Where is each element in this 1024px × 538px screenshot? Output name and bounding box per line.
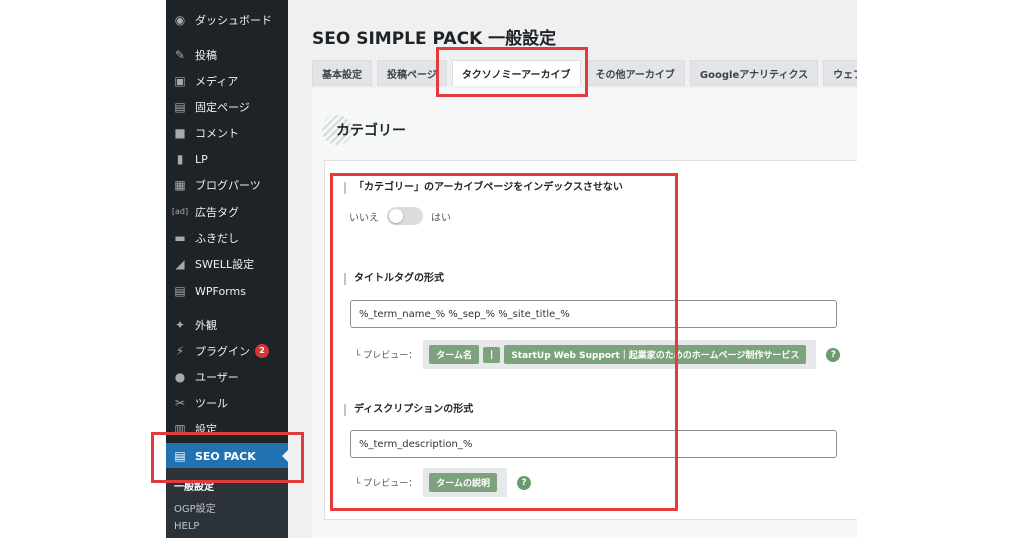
sidebar-item-wpforms[interactable]: ▤ WPForms: [166, 280, 288, 302]
sidebar-item-ad[interactable]: [ad] 広告タグ: [166, 201, 288, 223]
help-icon[interactable]: ?: [826, 347, 841, 362]
submenu-item-general[interactable]: 一般設定: [174, 478, 214, 493]
tab-5[interactable]: ウェブマスターツール: [823, 60, 857, 86]
noindex-toggle-row: いいえ はい: [349, 207, 451, 225]
user-icon: ●: [174, 370, 186, 384]
balloon-icon: ▬: [174, 231, 186, 245]
sidebar-item-seo-pack[interactable]: ▤ SEO PACK: [166, 443, 288, 469]
noindex-label: 「カテゴリー」のアーカイブページをインデックスさせない: [344, 182, 623, 194]
taxonomy-settings-panel: 「カテゴリー」のアーカイブページをインデックスさせない いいえ はい タイトルタ…: [324, 160, 857, 520]
submenu-item-ogp[interactable]: OGP設定: [174, 500, 216, 515]
sidebar-item-pushpin[interactable]: ✎ 投稿: [166, 44, 288, 66]
sidebar-item-page[interactable]: ▤ 固定ページ: [166, 96, 288, 118]
description-preview-box: タームの説明: [423, 468, 508, 497]
sidebar-item-label: 設定: [195, 423, 217, 436]
description-preview-label: └ プレビュー：: [355, 479, 418, 489]
blog-parts-icon: ▦: [174, 178, 186, 192]
sidebar-item-comment[interactable]: ■ コメント: [166, 122, 288, 144]
sidebar-item-lp[interactable]: ▮ LP: [166, 148, 288, 170]
sidebar-item-label: ブログパーツ: [195, 179, 261, 192]
sidebar-item-settings[interactable]: ▥ 設定: [166, 418, 288, 440]
dashboard-icon: ◉: [174, 13, 186, 27]
sidebar-item-label: 投稿: [195, 49, 217, 62]
title-format-input[interactable]: [350, 300, 837, 328]
sidebar-item-label: SWELL設定: [195, 258, 255, 271]
main-content: SEO SIMPLE PACK 一般設定 基本設定 投稿ページ タクソノミーアーカイ…: [288, 0, 857, 538]
tab-4[interactable]: Googleアナリティクス: [689, 60, 819, 86]
lp-icon: ▮: [176, 152, 184, 166]
sidebar-item-swell[interactable]: ◢ SWELL設定: [166, 253, 288, 275]
noindex-toggle[interactable]: [387, 207, 423, 225]
sidebar-item-label: 固定ページ: [195, 101, 250, 114]
tab-0[interactable]: 基本設定: [312, 60, 372, 86]
media-icon: ▣: [174, 74, 186, 88]
section-heading: カテゴリー: [322, 115, 406, 145]
description-format-label: ディスクリプションの形式: [344, 404, 473, 416]
tools-icon: ✂: [174, 396, 186, 410]
sidebar-item-tools[interactable]: ✂ ツール: [166, 392, 288, 414]
toggle-on-label: はい: [431, 212, 451, 224]
sidebar-item-label: コメント: [195, 127, 239, 140]
sidebar-item-label: ツール: [195, 397, 228, 410]
swell-icon: ◢: [175, 257, 185, 271]
title-preview-row: └ プレビュー： ターム名 | StartUp Web Support｜起業家の…: [355, 340, 841, 369]
tab-3[interactable]: その他アーカイブ: [585, 60, 685, 86]
preview-chip-site-title: StartUp Web Support｜起業家のためのホームページ制作サービス: [504, 345, 807, 364]
settings-icon: ▥: [174, 422, 186, 436]
toggle-off-label: いいえ: [349, 212, 379, 224]
section-title: カテゴリー: [336, 123, 406, 139]
submenu-item-help[interactable]: HELP: [174, 521, 199, 532]
toggle-knob: [389, 209, 403, 223]
seo-pack-icon: ▤: [174, 449, 186, 463]
title-preview-label: └ プレビュー：: [355, 351, 418, 361]
description-preview-row: └ プレビュー： タームの説明 ?: [355, 468, 532, 497]
preview-chip-term-name: ターム名: [429, 345, 480, 364]
title-preview-box: ターム名 | StartUp Web Support｜起業家のためのホームページ…: [423, 340, 817, 369]
comment-icon: ■: [174, 126, 186, 140]
sidebar-item-label: 広告タグ: [195, 206, 239, 219]
sidebar-item-label: ダッシュボード: [195, 14, 272, 27]
plugin-icon: ⚡: [175, 344, 185, 358]
help-icon[interactable]: ?: [517, 475, 532, 490]
admin-sidebar: ◉ ダッシュボード ✎ 投稿 ▣ メディア ▤ 固定ページ ■ コメント ▮ LP ▦ ブログパーツ [ad…: [166, 0, 288, 538]
preview-chip-separator: |: [483, 346, 501, 363]
pushpin-icon: ✎: [174, 48, 186, 62]
sidebar-item-label: 外観: [195, 319, 217, 332]
page-title: SEO SIMPLE PACK 一般設定: [312, 29, 557, 49]
sidebar-item-media[interactable]: ▣ メディア: [166, 70, 288, 92]
sidebar-item-plugin[interactable]: ⚡ プラグイン 2: [166, 340, 288, 362]
sidebar-item-label: ふきだし: [195, 232, 239, 245]
tab-1[interactable]: 投稿ページ: [377, 60, 447, 86]
sidebar-item-label: SEO PACK: [195, 449, 256, 463]
settings-tabs: 基本設定 投稿ページ タクソノミーアーカイブ その他アーカイブ Googleアナリティク…: [312, 60, 857, 88]
sidebar-item-balloon[interactable]: ▬ ふきだし: [166, 227, 288, 249]
wpforms-icon: ▤: [174, 284, 186, 298]
title-format-label: タイトルタグの形式: [344, 273, 444, 285]
sidebar-item-label: LP: [195, 152, 208, 166]
description-format-input[interactable]: [350, 430, 837, 458]
sidebar-item-appearance[interactable]: ✦ 外観: [166, 314, 288, 336]
page-icon: ▤: [174, 100, 186, 114]
ad-icon: [ad]: [171, 207, 189, 216]
update-count-badge: 2: [255, 344, 269, 358]
tab-2[interactable]: タクソノミーアーカイブ: [451, 60, 581, 86]
sidebar-item-label: WPForms: [195, 284, 246, 298]
submenu: 一般設定 OGP設定 HELP: [166, 468, 288, 538]
appearance-icon: ✦: [174, 318, 186, 332]
sidebar-item-blog-parts[interactable]: ▦ ブログパーツ: [166, 174, 288, 196]
sidebar-item-label: プラグイン: [195, 345, 250, 358]
sidebar-item-label: メディア: [195, 75, 239, 88]
sidebar-item-user[interactable]: ● ユーザー: [166, 366, 288, 388]
preview-chip-term-description: タームの説明: [429, 473, 498, 492]
sidebar-item-dashboard[interactable]: ◉ ダッシュボード: [166, 9, 288, 31]
sidebar-item-label: ユーザー: [195, 371, 239, 384]
